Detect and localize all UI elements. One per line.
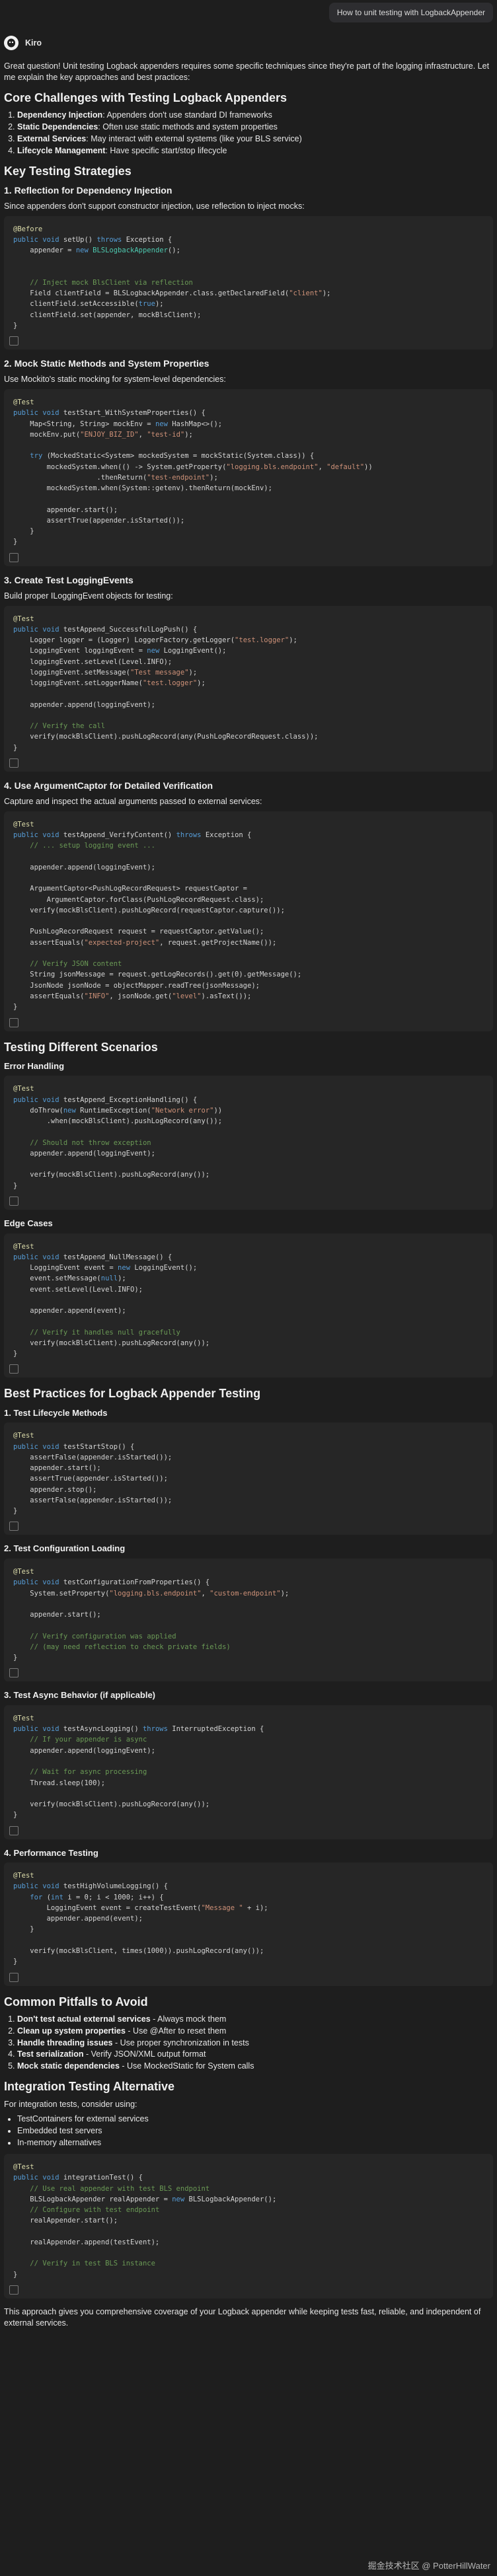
list-item: Embedded test servers xyxy=(17,2125,493,2137)
bot-name: Kiro xyxy=(25,38,42,48)
core-challenges-list: Dependency Injection: Appenders don't us… xyxy=(4,110,493,157)
copy-icon[interactable] xyxy=(9,336,19,346)
edge-cases-heading: Edge Cases xyxy=(4,1218,53,1229)
list-item: Test serialization - Verify JSON/XML out… xyxy=(17,2049,493,2060)
strategy-3-heading: 3. Create Test LoggingEvents xyxy=(4,574,134,585)
copy-icon[interactable] xyxy=(9,552,19,562)
intro-text: Great question! Unit testing Logback app… xyxy=(4,61,490,82)
integration-heading: Integration Testing Alternative xyxy=(4,2080,175,2094)
list-item: Mock static dependencies - Use MockedSta… xyxy=(17,2061,493,2072)
code-block[interactable]: @Test public void testStart_WithSystemPr… xyxy=(4,389,493,566)
copy-icon[interactable] xyxy=(9,1522,19,1531)
integration-list: TestContainers for external services Emb… xyxy=(4,2114,493,2149)
code-block[interactable]: @Test public void testAppend_ExceptionHa… xyxy=(4,1076,493,1210)
list-item: Static Dependencies: Often use static me… xyxy=(17,122,493,133)
key-strategies-heading: Key Testing Strategies xyxy=(4,164,132,178)
error-handling-heading: Error Handling xyxy=(4,1060,65,1071)
strategy-1-heading: 1. Reflection for Dependency Injection xyxy=(4,184,172,196)
copy-icon[interactable] xyxy=(9,1017,19,1027)
code-block[interactable]: @Test public void testStartStop() { asse… xyxy=(4,1422,493,1535)
code-block[interactable]: @Test public void testConfigurationFromP… xyxy=(4,1559,493,1682)
list-item: TestContainers for external services xyxy=(17,2114,493,2125)
list-item: Dependency Injection: Appenders don't us… xyxy=(17,110,493,121)
code-block[interactable]: @Test public void integrationTest() { //… xyxy=(4,2154,493,2299)
copy-icon[interactable] xyxy=(9,1825,19,1835)
bp-1-heading: 1. Test Lifecycle Methods xyxy=(4,1407,108,1418)
code-block[interactable]: @Test public void testAsyncLogging() thr… xyxy=(4,1705,493,1839)
integration-desc: For integration tests, consider using: xyxy=(4,2099,137,2109)
copy-icon[interactable] xyxy=(9,1668,19,1678)
bp-4-heading: 4. Performance Testing xyxy=(4,1847,98,1858)
copy-icon[interactable] xyxy=(9,1196,19,1206)
strategy-4-desc: Capture and inspect the actual arguments… xyxy=(4,796,262,806)
code-block[interactable]: @Test public void testAppend_VerifyConte… xyxy=(4,811,493,1031)
bp-3-heading: 3. Test Async Behavior (if applicable) xyxy=(4,1690,156,1701)
copy-icon[interactable] xyxy=(9,2285,19,2295)
strategy-2-desc: Use Mockito's static mocking for system-… xyxy=(4,375,226,385)
copy-icon[interactable] xyxy=(9,1972,19,1982)
code-block[interactable]: @Before public void setUp() throws Excep… xyxy=(4,215,493,350)
copy-icon[interactable] xyxy=(9,758,19,768)
best-practices-heading: Best Practices for Logback Appender Test… xyxy=(4,1387,261,1401)
list-item: Lifecycle Management: Have specific star… xyxy=(17,145,493,157)
kiro-avatar-icon xyxy=(4,36,19,50)
code-block[interactable]: @Test public void testAppend_SuccessfulL… xyxy=(4,605,493,772)
copy-icon[interactable] xyxy=(9,1364,19,1374)
list-item: Don't test actual external services - Al… xyxy=(17,2014,493,2025)
chat-response: Great question! Unit testing Logback app… xyxy=(4,61,493,2333)
list-item: External Services: May interact with ext… xyxy=(17,133,493,145)
list-item: Clean up system properties - Use @After … xyxy=(17,2026,493,2037)
bot-header: Kiro xyxy=(4,36,42,50)
core-challenges-heading: Core Challenges with Testing Logback App… xyxy=(4,91,287,104)
closing-text: This approach gives you comprehensive co… xyxy=(4,2306,481,2328)
list-item: Handle threading issues - Use proper syn… xyxy=(17,2038,493,2049)
watermark: 掘金技术社区 @ PotterHillWater xyxy=(367,2561,490,2571)
code-block[interactable]: @Test public void testAppend_NullMessage… xyxy=(4,1233,493,1378)
strategy-4-heading: 4. Use ArgumentCaptor for Detailed Verif… xyxy=(4,780,213,791)
bp-2-heading: 2. Test Configuration Loading xyxy=(4,1543,126,1554)
code-block[interactable]: @Test public void testHighVolumeLogging(… xyxy=(4,1862,493,1986)
pitfalls-heading: Common Pitfalls to Avoid xyxy=(4,1995,148,2008)
strategy-3-desc: Build proper ILoggingEvent objects for t… xyxy=(4,591,173,601)
scenarios-heading: Testing Different Scenarios xyxy=(4,1040,158,1054)
pitfalls-list: Don't test actual external services - Al… xyxy=(4,2014,493,2072)
user-message-bubble: How to unit testing with LogbackAppender xyxy=(328,3,493,23)
strategy-1-desc: Since appenders don't support constructo… xyxy=(4,201,305,211)
list-item: In-memory alternatives xyxy=(17,2137,493,2149)
strategy-2-heading: 2. Mock Static Methods and System Proper… xyxy=(4,358,210,369)
